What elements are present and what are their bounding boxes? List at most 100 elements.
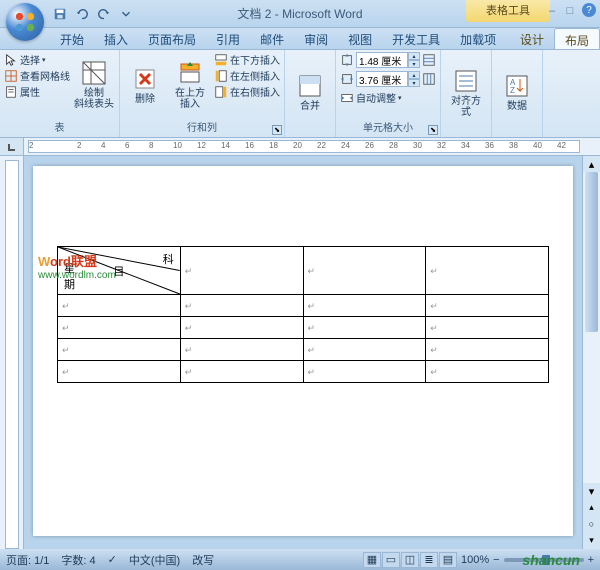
table-cell[interactable]: ↵: [303, 317, 426, 339]
ribbon-tabs: 开始 插入 页面布局 引用 邮件 审阅 视图 开发工具 加载项 设计 布局 ?: [0, 28, 600, 50]
table-cell[interactable]: ↵: [58, 295, 181, 317]
browse-button[interactable]: ○: [589, 519, 594, 529]
print-layout-view[interactable]: ▦: [363, 552, 381, 568]
language-status[interactable]: 中文(中国): [129, 552, 180, 568]
col-width-input[interactable]: ▴▾: [356, 71, 420, 87]
table-cell[interactable]: ↵: [58, 339, 181, 361]
redo-button[interactable]: [94, 4, 114, 24]
table-cell[interactable]: ↵: [426, 295, 549, 317]
alignment-button[interactable]: 对齐方式: [445, 52, 487, 133]
zoom-level[interactable]: 100%: [461, 554, 489, 566]
view-gridlines-button[interactable]: 查看网格线: [4, 68, 70, 83]
draw-diagonal-header-button[interactable]: 绘制 斜线表头: [73, 52, 115, 118]
tab-pagelayout[interactable]: 页面布局: [138, 28, 206, 49]
insert-below-button[interactable]: 在下方插入: [214, 52, 280, 67]
table-cell[interactable]: ↵: [303, 339, 426, 361]
delete-button[interactable]: 删除: [124, 52, 166, 118]
zoom-out-button[interactable]: −: [493, 554, 499, 566]
distribute-rows-icon[interactable]: [422, 53, 436, 67]
horizontal-ruler[interactable]: 224681012141618202224262830323436384042: [0, 138, 600, 156]
chevron-down-icon: [119, 7, 133, 21]
insert-left-button[interactable]: 在左侧插入: [214, 68, 280, 83]
tab-insert[interactable]: 插入: [94, 28, 138, 49]
outline-view[interactable]: ≣: [420, 552, 438, 568]
undo-icon: [75, 7, 89, 21]
table-cell[interactable]: ↵: [58, 361, 181, 383]
tab-mailings[interactable]: 邮件: [250, 28, 294, 49]
select-button[interactable]: 选择▾: [4, 52, 70, 67]
draft-view[interactable]: ▤: [439, 552, 457, 568]
vertical-ruler[interactable]: [0, 156, 24, 549]
data-icon: AZ: [504, 73, 530, 99]
tab-view[interactable]: 视图: [338, 28, 382, 49]
tab-selector-icon: [6, 141, 18, 153]
office-button[interactable]: [6, 3, 44, 41]
insert-right-button[interactable]: 在右侧插入: [214, 84, 280, 99]
autofit-icon: [340, 91, 354, 105]
table-cell[interactable]: ↵: [180, 247, 303, 295]
autofit-button[interactable]: 自动调整▾: [340, 90, 436, 105]
rowcol-launcher[interactable]: ⬊: [272, 125, 282, 135]
document-area: Word联盟 www.wordlm.com 科 目 星 期 ↵ ↵ ↵ ↵↵↵↵…: [0, 156, 600, 549]
next-page-button[interactable]: ▾: [589, 535, 594, 546]
table-cell[interactable]: ↵: [426, 361, 549, 383]
page-status[interactable]: 页面: 1/1: [6, 552, 49, 568]
size-launcher[interactable]: ⬊: [428, 125, 438, 135]
tab-developer[interactable]: 开发工具: [382, 28, 450, 49]
ruler-corner[interactable]: [0, 138, 24, 155]
table-cell[interactable]: ↵: [426, 339, 549, 361]
row-height-input[interactable]: ▴▾: [356, 52, 420, 68]
height-up[interactable]: ▴: [408, 52, 420, 60]
table-cell[interactable]: ↵: [303, 361, 426, 383]
table-cell[interactable]: ↵: [180, 295, 303, 317]
word-count[interactable]: 字数: 4: [61, 552, 95, 568]
tab-addins[interactable]: 加载项: [450, 28, 506, 49]
tab-layout[interactable]: 布局: [554, 28, 600, 49]
minimize-button[interactable]: –: [544, 4, 560, 18]
qat-more-button[interactable]: [116, 4, 136, 24]
tab-design[interactable]: 设计: [510, 28, 554, 49]
width-down[interactable]: ▾: [408, 79, 420, 87]
width-up[interactable]: ▴: [408, 71, 420, 79]
page-container[interactable]: Word联盟 www.wordlm.com 科 目 星 期 ↵ ↵ ↵ ↵↵↵↵…: [24, 156, 582, 549]
scroll-up-button[interactable]: ▴: [583, 156, 600, 172]
maximize-button[interactable]: □: [562, 4, 578, 18]
status-bar: 页面: 1/1 字数: 4 ✓ 中文(中国) 改写 ▦ ▭ ◫ ≣ ▤ 100%…: [0, 549, 600, 570]
zoom-in-button[interactable]: +: [588, 554, 594, 566]
table-cell[interactable]: ↵: [303, 247, 426, 295]
insert-above-button[interactable]: 在上方 插入: [169, 52, 211, 118]
height-down[interactable]: ▾: [408, 60, 420, 68]
table-cell[interactable]: ↵: [180, 361, 303, 383]
tab-review[interactable]: 审阅: [294, 28, 338, 49]
merge-button[interactable]: 合并: [289, 52, 331, 133]
document-table[interactable]: 科 目 星 期 ↵ ↵ ↵ ↵↵↵↵ ↵↵↵↵ ↵↵↵↵ ↵↵↵↵: [57, 246, 549, 383]
overtype-status[interactable]: 改写: [192, 552, 214, 568]
insert-right-icon: [214, 85, 228, 99]
table-cell[interactable]: ↵: [426, 317, 549, 339]
scroll-thumb[interactable]: [585, 172, 598, 332]
vertical-scrollbar[interactable]: ▴ ▾ ▴ ○ ▾: [582, 156, 600, 549]
web-view[interactable]: ◫: [401, 552, 419, 568]
table-cell[interactable]: ↵: [180, 317, 303, 339]
group-rows-cols: 删除 在上方 插入 在下方插入 在左侧插入 在右侧插入 行和列 ⬊: [120, 50, 285, 137]
undo-button[interactable]: [72, 4, 92, 24]
properties-button[interactable]: 属性: [4, 84, 70, 99]
prev-page-button[interactable]: ▴: [589, 502, 594, 513]
save-button[interactable]: [50, 4, 70, 24]
distribute-cols-icon[interactable]: [422, 72, 436, 86]
table-cell[interactable]: ↵: [180, 339, 303, 361]
table-cell[interactable]: ↵: [58, 317, 181, 339]
scroll-down-button[interactable]: ▾: [583, 483, 600, 499]
delete-icon: [132, 66, 158, 92]
scroll-track[interactable]: [583, 172, 600, 483]
tab-references[interactable]: 引用: [206, 28, 250, 49]
tab-home[interactable]: 开始: [50, 28, 94, 49]
data-button[interactable]: AZ 数据: [496, 52, 538, 133]
spell-check-icon[interactable]: ✓: [108, 553, 117, 566]
table-cell[interactable]: ↵: [303, 295, 426, 317]
help-button[interactable]: ?: [582, 3, 596, 17]
ruler-scale[interactable]: 224681012141618202224262830323436384042: [28, 140, 580, 153]
merge-icon: [297, 73, 323, 99]
fullscreen-view[interactable]: ▭: [382, 552, 400, 568]
table-cell[interactable]: ↵: [426, 247, 549, 295]
